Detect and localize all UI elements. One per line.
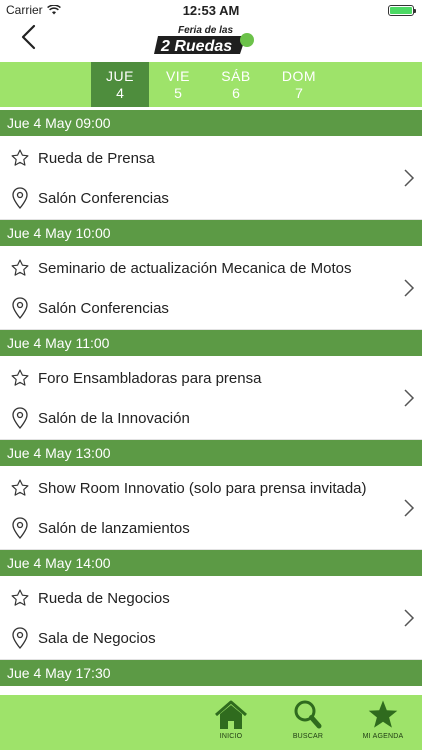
time-section-header: Jue 4 May 10:00 bbox=[0, 220, 422, 246]
location-pin-icon bbox=[10, 627, 30, 649]
event-title: Show Room Innovatio (solo para prensa in… bbox=[38, 479, 367, 497]
star-outline-icon[interactable] bbox=[10, 147, 30, 169]
event-row[interactable]: Show Room Innovatio (solo para prensa in… bbox=[0, 466, 422, 550]
day-tab-number: 6 bbox=[232, 85, 240, 101]
tab-label: BUSCAR bbox=[292, 733, 324, 740]
event-title: Rueda de Prensa bbox=[38, 149, 155, 167]
event-location: Salón de lanzamientos bbox=[38, 519, 190, 537]
day-selector: JUE 4 VIE 5 SÁB 6 DOM 7 bbox=[0, 62, 422, 107]
day-tab-number: 7 bbox=[295, 85, 303, 101]
star-outline-icon[interactable] bbox=[10, 587, 30, 609]
tab-label: MI AGENDA bbox=[362, 733, 404, 740]
bottom-tab-bar: INICIO BUSCAR MI AGENDA bbox=[0, 695, 422, 750]
day-tab-jue[interactable]: JUE 4 bbox=[91, 62, 149, 107]
chevron-right-icon bbox=[404, 169, 415, 187]
day-tab-number: 4 bbox=[116, 85, 124, 101]
event-location: Salón Conferencias bbox=[38, 299, 169, 317]
event-location: Salón Conferencias bbox=[38, 189, 169, 207]
day-tab-name: JUE bbox=[106, 68, 134, 84]
star-outline-icon[interactable] bbox=[10, 367, 30, 389]
time-section-header: Jue 4 May 09:00 bbox=[0, 110, 422, 136]
star-icon bbox=[368, 700, 398, 728]
tab-label: INICIO bbox=[219, 733, 243, 740]
day-tab-dom[interactable]: DOM 7 bbox=[270, 62, 328, 107]
event-row[interactable]: Seminario de actualización Mecanica de M… bbox=[0, 246, 422, 330]
day-tab-name: SÁB bbox=[221, 68, 251, 84]
chevron-right-icon bbox=[404, 279, 415, 297]
home-icon bbox=[215, 700, 247, 729]
event-location: Salón de la Innovación bbox=[38, 409, 190, 427]
status-bar: Carrier 12:53 AM bbox=[0, 0, 422, 20]
chevron-right-icon bbox=[404, 499, 415, 517]
event-title: Seminario de actualización Mecanica de M… bbox=[38, 259, 352, 277]
event-title: Foro Ensambladoras para prensa bbox=[38, 369, 262, 387]
navigation-bar: Feria de las 2 Ruedas bbox=[0, 20, 422, 62]
chevron-right-icon bbox=[404, 389, 415, 407]
event-location: Sala de Negocios bbox=[38, 629, 156, 647]
location-pin-icon bbox=[10, 187, 30, 209]
event-title: Rueda de Negocios bbox=[38, 589, 170, 607]
tab-inicio[interactable]: INICIO bbox=[201, 699, 261, 740]
time-section-header: Jue 4 May 17:30 bbox=[0, 660, 422, 686]
back-chevron-icon[interactable] bbox=[14, 22, 44, 52]
location-pin-icon bbox=[10, 517, 30, 539]
schedule-list[interactable]: Jue 4 May 09:00 Rueda de Prensa Salón Co… bbox=[0, 110, 422, 686]
svg-text:Feria de las: Feria de las bbox=[178, 25, 233, 36]
time-section-header: Jue 4 May 11:00 bbox=[0, 330, 422, 356]
star-outline-icon[interactable] bbox=[10, 477, 30, 499]
chevron-right-icon bbox=[404, 609, 415, 627]
svg-text:2 Ruedas: 2 Ruedas bbox=[160, 38, 232, 55]
search-icon bbox=[294, 700, 322, 729]
day-tab-name: DOM bbox=[281, 68, 317, 84]
tab-mi-agenda[interactable]: MI AGENDA bbox=[353, 699, 413, 740]
day-tab-sab[interactable]: SÁB 6 bbox=[207, 62, 265, 107]
time-section-header: Jue 4 May 13:00 bbox=[0, 440, 422, 466]
day-tab-number: 5 bbox=[174, 85, 182, 101]
tab-buscar[interactable]: BUSCAR bbox=[278, 699, 338, 740]
event-row[interactable]: Foro Ensambladoras para prensa Salón de … bbox=[0, 356, 422, 440]
event-row[interactable]: Rueda de Prensa Salón Conferencias bbox=[0, 136, 422, 220]
location-pin-icon bbox=[10, 297, 30, 319]
status-time: 12:53 AM bbox=[182, 3, 240, 18]
app-logo: Feria de las 2 Ruedas bbox=[154, 25, 254, 55]
event-row[interactable]: Rueda de Negocios Sala de Negocios bbox=[0, 576, 422, 660]
time-section-header: Jue 4 May 14:00 bbox=[0, 550, 422, 576]
star-outline-icon[interactable] bbox=[10, 257, 30, 279]
battery-icon bbox=[388, 5, 416, 16]
day-tab-name: VIE bbox=[165, 68, 191, 84]
day-tab-vie[interactable]: VIE 5 bbox=[149, 62, 207, 107]
location-pin-icon bbox=[10, 407, 30, 429]
